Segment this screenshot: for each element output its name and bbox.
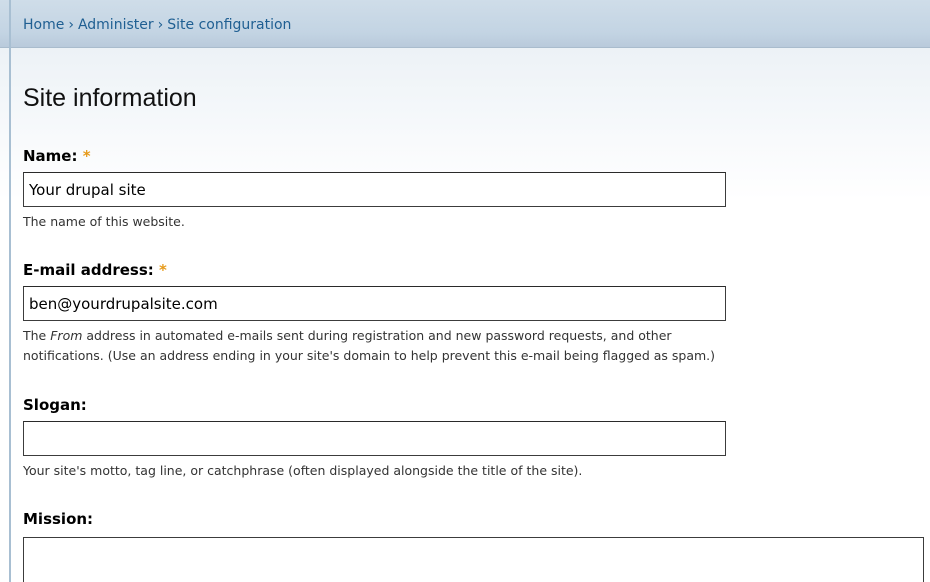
breadcrumb-home-link[interactable]: Home bbox=[23, 17, 64, 33]
email-label: E-mail address: * bbox=[23, 261, 167, 279]
slogan-input[interactable] bbox=[23, 421, 726, 456]
breadcrumb-separator: › bbox=[157, 17, 164, 33]
email-required-marker: * bbox=[159, 261, 167, 279]
left-border-rule bbox=[9, 0, 11, 582]
email-description-prefix: The bbox=[23, 328, 51, 343]
page-title: Site information bbox=[23, 84, 197, 112]
breadcrumb: Home › Administer › Site configuration bbox=[23, 17, 291, 33]
breadcrumb-site-configuration-link[interactable]: Site configuration bbox=[167, 17, 291, 33]
breadcrumb-bar: Home › Administer › Site configuration bbox=[0, 0, 930, 48]
name-input[interactable] bbox=[23, 172, 726, 207]
breadcrumb-separator: › bbox=[68, 17, 74, 33]
mission-label: Mission: bbox=[23, 510, 93, 528]
email-description-line-2: notifications. (Use an address ending in… bbox=[23, 348, 716, 363]
site-information-page: Home › Administer › Site configuration Site … bbox=[0, 0, 930, 582]
email-description-from: From bbox=[50, 328, 83, 343]
name-label: Name: * bbox=[23, 147, 91, 165]
email-description-rest: address in automated e-mails sent during… bbox=[82, 328, 672, 343]
email-input[interactable] bbox=[23, 286, 726, 321]
mission-textarea[interactable] bbox=[23, 537, 924, 582]
name-required-marker: * bbox=[82, 147, 91, 165]
name-label-text: Name: bbox=[23, 147, 78, 165]
email-description-line-1: The From address in automated e-mails se… bbox=[23, 326, 923, 346]
name-description: The name of this website. bbox=[23, 214, 185, 229]
mission-label-text: Mission: bbox=[23, 510, 94, 528]
slogan-description: Your site's motto, tag line, or catchphr… bbox=[23, 463, 583, 478]
breadcrumb-administer-link[interactable]: Administer bbox=[78, 17, 154, 33]
email-label-text: E-mail address: bbox=[23, 261, 154, 279]
slogan-label: Slogan: bbox=[23, 396, 87, 414]
slogan-label-text: Slogan: bbox=[23, 396, 87, 414]
